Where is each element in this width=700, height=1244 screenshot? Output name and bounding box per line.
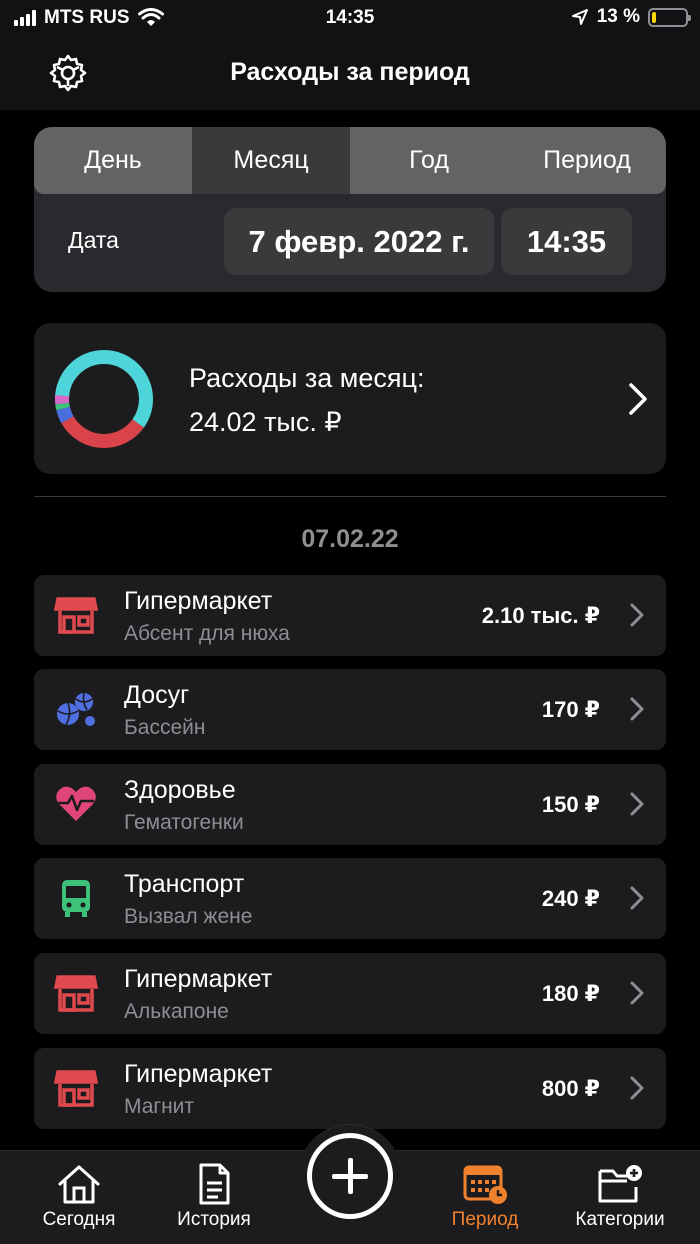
tab-label: Категории xyxy=(575,1209,665,1230)
transaction-amount: 2.10 тыс. ₽ xyxy=(481,603,600,628)
tab-label: Сегодня xyxy=(42,1209,116,1230)
tab-label: Период xyxy=(451,1209,519,1230)
heartbeat-icon xyxy=(56,786,96,821)
segment-day[interactable]: День xyxy=(34,127,192,194)
transaction-amount: 800 ₽ xyxy=(541,1076,600,1101)
tab-categories[interactable]: Категории xyxy=(560,1163,680,1231)
transaction-row[interactable]: Гипермаркет Алькапоне 180 ₽ xyxy=(34,953,666,1034)
period-segmented-control: День Месяц Год Период xyxy=(34,127,666,194)
transaction-amount: 170 ₽ xyxy=(541,697,600,722)
transaction-category: Транспорт xyxy=(124,870,245,898)
battery-percent: 13 % xyxy=(596,6,640,27)
page-title: Расходы за период xyxy=(230,58,470,86)
transaction-note: Алькапоне xyxy=(124,1000,229,1023)
date-picker-button[interactable]: 7 февр. 2022 г. xyxy=(224,208,494,275)
date-label: Дата xyxy=(68,227,119,253)
transaction-amount: 180 ₽ xyxy=(541,981,600,1006)
segment-month[interactable]: Месяц xyxy=(192,127,350,194)
transaction-note: Бассейн xyxy=(124,716,206,739)
transaction-row[interactable]: Транспорт Вызвал жене 240 ₽ xyxy=(34,858,666,939)
document-icon xyxy=(199,1163,230,1205)
chevron-right-icon xyxy=(630,603,644,627)
transaction-note: Магнит xyxy=(124,1095,195,1118)
transaction-row[interactable]: Гипермаркет Абсент для нюха 2.10 тыс. ₽ xyxy=(34,575,666,656)
chevron-right-icon xyxy=(630,886,644,910)
transaction-amount: 150 ₽ xyxy=(541,792,600,817)
store-icon xyxy=(54,975,98,1012)
balls-icon xyxy=(57,692,95,726)
calendar-clock-icon xyxy=(463,1165,507,1204)
summary-title: Расходы за месяц: xyxy=(189,363,425,393)
battery-fill xyxy=(652,11,657,23)
add-expense-button[interactable] xyxy=(307,1133,393,1219)
transaction-category: Здоровье xyxy=(124,776,236,804)
bus-icon xyxy=(62,880,90,917)
folder-add-icon xyxy=(598,1165,642,1203)
summary-amount: 24.02 тыс. ₽ xyxy=(189,407,342,437)
list-date-header: 07.02.22 xyxy=(301,525,399,553)
transaction-note: Вызвал жене xyxy=(124,905,253,928)
transaction-amount: 240 ₽ xyxy=(541,886,600,911)
store-icon xyxy=(54,1070,98,1107)
tab-today[interactable]: Сегодня xyxy=(19,1163,139,1231)
tab-label: История xyxy=(177,1209,251,1230)
segment-custom-period[interactable]: Период xyxy=(508,127,666,194)
chevron-right-icon xyxy=(630,792,644,816)
transaction-note: Абсент для нюха xyxy=(124,622,290,645)
transaction-row[interactable]: Досуг Бассейн 170 ₽ xyxy=(34,669,666,750)
transaction-category: Гипермаркет xyxy=(124,587,273,615)
battery-icon xyxy=(648,7,691,27)
tab-period[interactable]: Период xyxy=(425,1163,545,1231)
chevron-right-icon xyxy=(629,383,647,415)
location-arrow-icon xyxy=(571,9,588,25)
store-icon xyxy=(54,597,98,634)
status-right: 13 % xyxy=(571,6,691,28)
transaction-row[interactable]: Здоровье Гематогенки 150 ₽ xyxy=(34,764,666,845)
chevron-right-icon xyxy=(630,697,644,721)
divider xyxy=(34,496,666,497)
house-icon xyxy=(58,1165,100,1204)
transaction-note: Гематогенки xyxy=(124,811,244,834)
expenses-donut-chart xyxy=(55,350,153,448)
transaction-row[interactable]: Гипермаркет Магнит 800 ₽ xyxy=(34,1048,666,1129)
navigation-bar: Расходы за период xyxy=(0,36,700,110)
period-selector-card: День Месяц Год Период Дата 7 февр. 2022 … xyxy=(34,127,666,292)
monthly-summary-card[interactable]: Расходы за месяц: 24.02 тыс. ₽ xyxy=(34,323,666,474)
segment-year[interactable]: Год xyxy=(350,127,508,194)
transaction-category: Гипермаркет xyxy=(124,1060,273,1088)
transaction-category: Гипермаркет xyxy=(124,965,273,993)
transaction-category: Досуг xyxy=(124,681,190,709)
chevron-right-icon xyxy=(630,1076,644,1100)
chevron-right-icon xyxy=(630,981,644,1005)
time-picker-button[interactable]: 14:35 xyxy=(501,208,632,275)
status-bar: MTS RUS 14:35 13 % xyxy=(0,0,700,36)
tab-history[interactable]: История xyxy=(154,1163,274,1231)
